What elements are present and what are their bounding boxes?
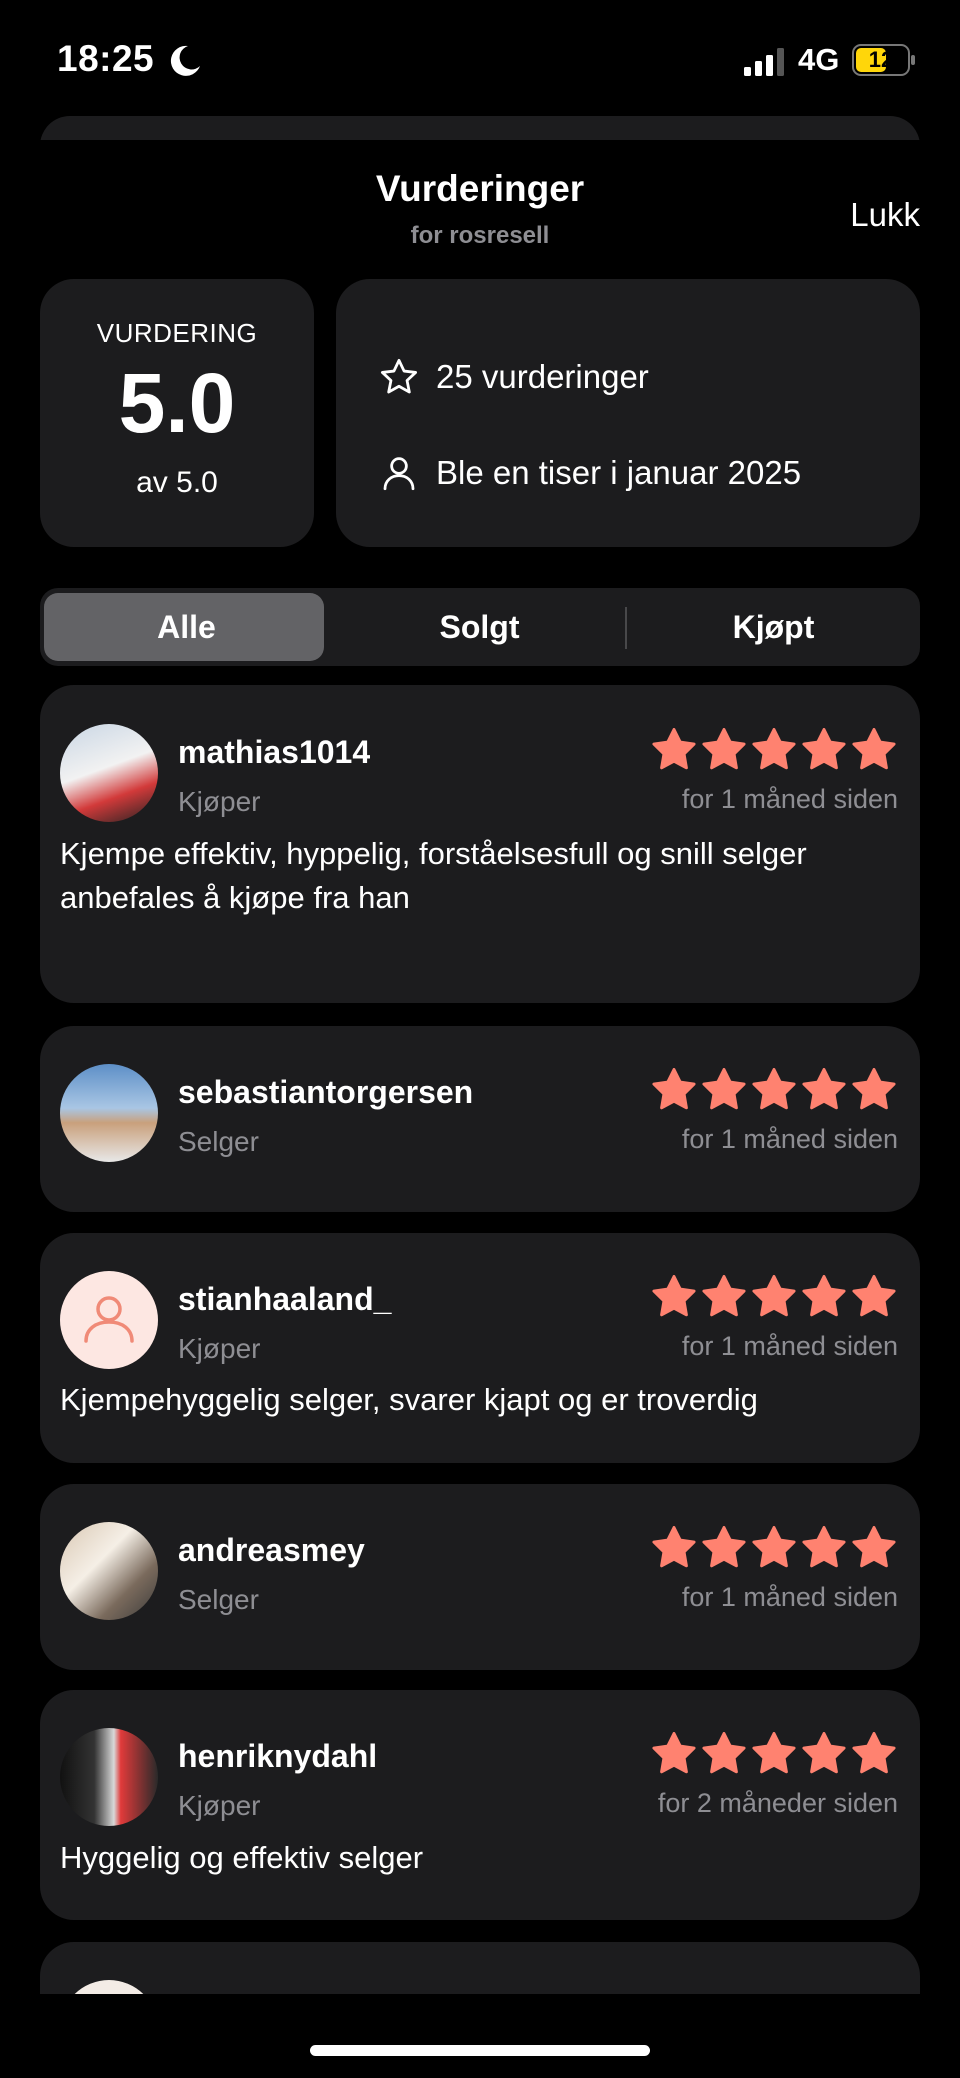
review-text: Hyggelig og effektiv selger — [60, 1840, 424, 1875]
avatar — [60, 724, 158, 822]
review-time: for 2 måneder siden — [657, 1788, 898, 1818]
review-text: Kjempehyggelig selger, svarer kjapt og e… — [60, 1382, 758, 1417]
star-outline-icon — [380, 358, 418, 394]
star-icon — [702, 1526, 746, 1568]
star-icon — [702, 1732, 746, 1774]
star-icon — [802, 1732, 846, 1774]
home-indicator — [310, 2045, 650, 2056]
star-icon — [652, 1526, 696, 1568]
tab-kjopt[interactable]: Kjøpt — [627, 588, 920, 666]
battery-icon: 12 — [852, 44, 916, 76]
review-card[interactable] — [40, 1026, 920, 1212]
star-rating — [652, 1732, 896, 1774]
star-icon — [802, 1068, 846, 1110]
rating-scale: av 5.0 — [136, 466, 218, 499]
star-rating — [652, 1275, 896, 1317]
review-username[interactable]: henriknydahl — [178, 1738, 377, 1775]
star-icon — [852, 1275, 896, 1317]
star-rating — [652, 1068, 896, 1110]
review-role: Kjøper — [178, 1333, 261, 1364]
avatar — [60, 1980, 158, 1994]
close-button[interactable]: Lukk — [850, 196, 920, 234]
member-since-row: Ble en tiser i januar 2025 — [378, 452, 801, 494]
star-icon — [652, 1068, 696, 1110]
review-role: Selger — [178, 1584, 259, 1615]
avatar — [60, 1271, 158, 1369]
avatar — [60, 1728, 158, 1826]
review-time: for 1 måned siden — [681, 1582, 898, 1612]
review-username[interactable]: mathias1014 — [178, 734, 370, 771]
person-icon — [383, 457, 415, 491]
star-icon — [802, 1275, 846, 1317]
star-icon — [702, 1275, 746, 1317]
review-count-row: 25 vurderinger — [378, 356, 649, 398]
star-icon — [702, 1068, 746, 1110]
star-icon — [652, 728, 696, 770]
review-role: Selger — [178, 1126, 259, 1157]
signal-icon — [744, 48, 784, 76]
review-time: for 1 måned siden — [681, 784, 898, 814]
review-username[interactable]: stianhaaland_ — [178, 1281, 391, 1318]
review-username[interactable]: andreasmey — [178, 1532, 365, 1569]
star-icon — [752, 1275, 796, 1317]
avatar — [60, 1064, 158, 1162]
moon-icon — [170, 45, 200, 76]
battery-level: 12 — [868, 47, 894, 72]
review-time: for 1 måned siden — [681, 1124, 898, 1154]
star-icon — [802, 1526, 846, 1568]
tab-alle[interactable]: Alle — [40, 588, 333, 666]
status-time: 18:25 — [57, 38, 155, 79]
review-text: Kjempe effektiv, hyppelig, forståelsesfu… — [60, 836, 807, 915]
review-role: Kjøper — [178, 786, 261, 817]
tab-solgt[interactable]: Solgt — [333, 588, 626, 666]
star-icon — [752, 1732, 796, 1774]
star-icon — [852, 1526, 896, 1568]
star-icon — [752, 728, 796, 770]
review-count: 25 vurderinger — [436, 358, 649, 395]
info-card — [336, 279, 920, 547]
star-icon — [852, 728, 896, 770]
network-label: 4G — [798, 42, 840, 77]
review-time: for 1 måned siden — [681, 1331, 898, 1361]
review-username[interactable]: sebastiantorgersen — [178, 1074, 473, 1111]
star-rating — [652, 1526, 896, 1568]
star-icon — [852, 1732, 896, 1774]
default-avatar-icon — [84, 1296, 134, 1343]
star-icon — [702, 728, 746, 770]
rating-label: VURDERING — [96, 318, 258, 348]
star-rating — [652, 728, 896, 770]
star-icon — [652, 1275, 696, 1317]
review-card-partial[interactable] — [40, 1942, 920, 1994]
star-icon — [802, 728, 846, 770]
star-icon — [652, 1732, 696, 1774]
avatar — [60, 1522, 158, 1620]
page-subtitle: for rosresell — [410, 222, 550, 249]
star-icon — [752, 1068, 796, 1110]
star-icon — [852, 1068, 896, 1110]
member-since: Ble en tiser i januar 2025 — [436, 454, 802, 491]
page-title: Vurderinger — [375, 168, 585, 209]
review-role: Kjøper — [178, 1790, 261, 1821]
rating-value: 5.0 — [118, 356, 236, 450]
review-card[interactable] — [40, 1484, 920, 1670]
star-icon — [752, 1526, 796, 1568]
